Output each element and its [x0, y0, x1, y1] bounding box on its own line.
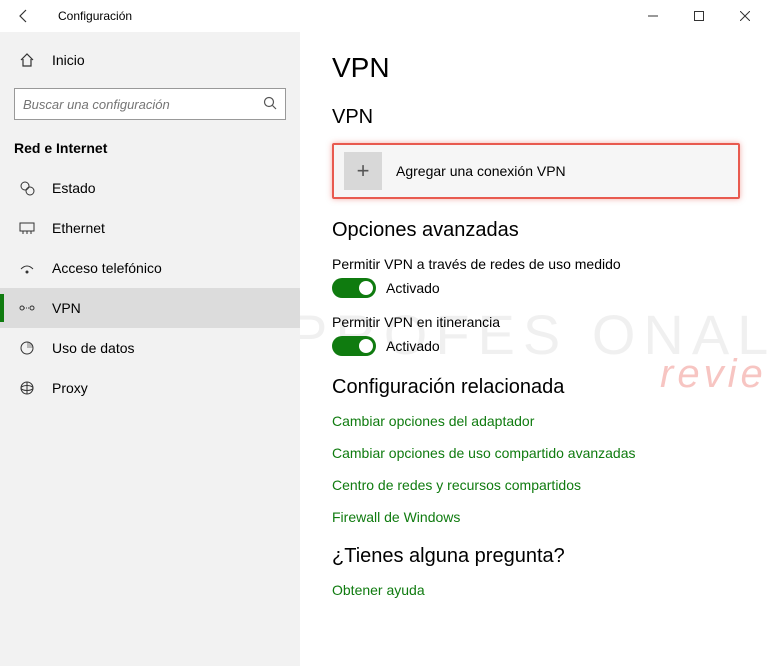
vpn-icon	[18, 300, 36, 316]
toggle-metered[interactable]	[332, 278, 376, 298]
add-vpn-label: Agregar una conexión VPN	[396, 163, 566, 179]
ethernet-icon	[18, 220, 36, 236]
nav-label: Ethernet	[52, 220, 105, 236]
home-label: Inicio	[52, 52, 85, 68]
nav-label: Acceso telefónico	[52, 260, 162, 276]
sidebar-item-ethernet[interactable]: Ethernet	[0, 208, 300, 248]
link-network-center[interactable]: Centro de redes y recursos compartidos	[332, 477, 740, 493]
search-box[interactable]	[14, 88, 286, 120]
nav-label: VPN	[52, 300, 81, 316]
sidebar-item-estado[interactable]: Estado	[0, 168, 300, 208]
sidebar-section-title: Red e Internet	[0, 140, 300, 156]
main-content: PROFES ONAL review VPN VPN + Agregar una…	[300, 32, 768, 666]
setting-metered: Permitir VPN a través de redes de uso me…	[332, 256, 740, 298]
nav-label: Estado	[52, 180, 96, 196]
link-get-help[interactable]: Obtener ayuda	[332, 582, 740, 598]
search-icon	[263, 96, 277, 113]
home-icon	[18, 52, 36, 68]
window-title: Configuración	[58, 9, 132, 23]
close-button[interactable]	[722, 0, 768, 32]
proxy-icon	[18, 380, 36, 396]
link-sharing-options[interactable]: Cambiar opciones de uso compartido avanz…	[332, 445, 740, 461]
plus-icon: +	[344, 152, 382, 190]
section-help: ¿Tienes alguna pregunta?	[332, 545, 740, 568]
add-vpn-button[interactable]: + Agregar una conexión VPN	[332, 143, 740, 199]
nav-label: Uso de datos	[52, 340, 135, 356]
toggle-roaming[interactable]	[332, 336, 376, 356]
nav-label: Proxy	[52, 380, 88, 396]
sidebar-item-vpn[interactable]: VPN	[0, 288, 300, 328]
sidebar: Inicio Red e Internet Estado Ethernet A	[0, 32, 300, 666]
status-icon	[18, 180, 36, 196]
link-firewall[interactable]: Firewall de Windows	[332, 509, 740, 525]
link-adapter-options[interactable]: Cambiar opciones del adaptador	[332, 413, 740, 429]
search-input[interactable]	[23, 97, 263, 112]
maximize-button[interactable]	[676, 0, 722, 32]
section-related: Configuración relacionada	[332, 376, 740, 399]
section-vpn: VPN	[332, 106, 740, 129]
sidebar-item-uso-de-datos[interactable]: Uso de datos	[0, 328, 300, 368]
home-item[interactable]: Inicio	[0, 40, 300, 80]
titlebar: Configuración	[0, 0, 768, 32]
toggle-state: Activado	[386, 338, 440, 354]
back-button[interactable]	[8, 0, 40, 32]
minimize-button[interactable]	[630, 0, 676, 32]
setting-roaming: Permitir VPN en itinerancia Activado	[332, 314, 740, 356]
toggle-state: Activado	[386, 280, 440, 296]
setting-label: Permitir VPN en itinerancia	[332, 314, 740, 330]
data-usage-icon	[18, 340, 36, 356]
section-advanced: Opciones avanzadas	[332, 219, 740, 242]
page-title: VPN	[332, 52, 740, 84]
dialup-icon	[18, 260, 36, 276]
setting-label: Permitir VPN a través de redes de uso me…	[332, 256, 740, 272]
sidebar-item-acceso-telefonico[interactable]: Acceso telefónico	[0, 248, 300, 288]
sidebar-item-proxy[interactable]: Proxy	[0, 368, 300, 408]
